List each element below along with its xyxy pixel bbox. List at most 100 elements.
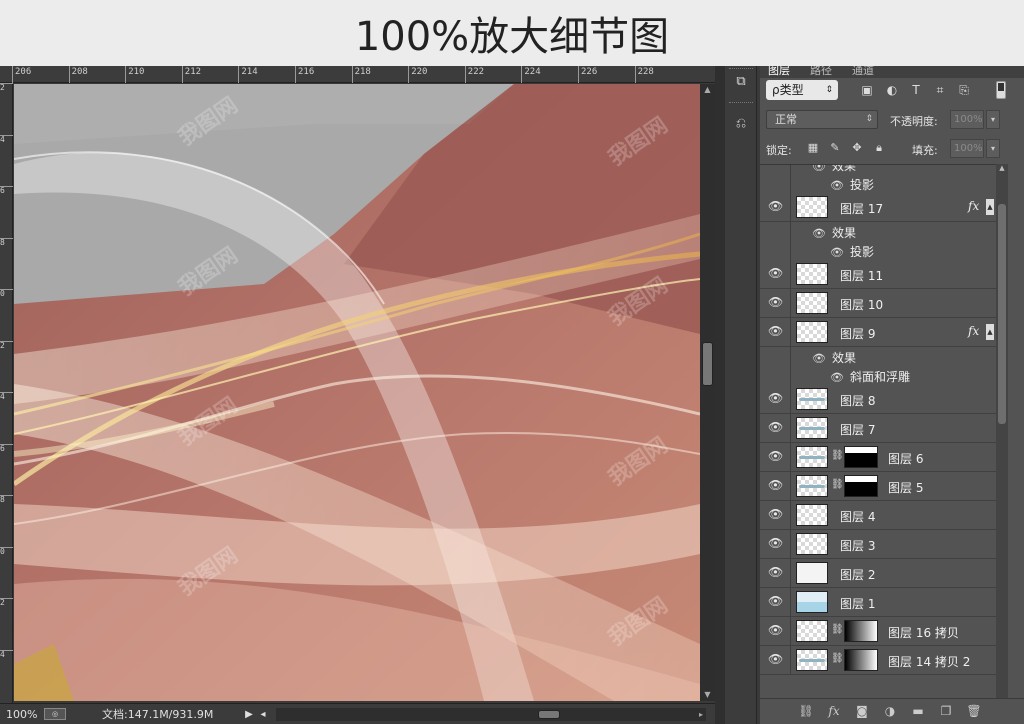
- status-menu-arrow-icon[interactable]: ▶: [242, 709, 256, 720]
- layer-effect-row[interactable]: 👁︎ 斜面和浮雕: [760, 366, 996, 385]
- layer-fx-icon[interactable]: fx: [968, 324, 979, 338]
- layer-name[interactable]: 图层 11: [840, 267, 883, 284]
- layer-row[interactable]: 👁︎ ⛓ 图层 5: [760, 472, 996, 501]
- new-group-icon[interactable]: ▬: [910, 703, 926, 719]
- scroll-left-icon[interactable]: ◂: [256, 709, 270, 720]
- layer-row[interactable]: 👁︎ 图层 3: [760, 530, 996, 559]
- layer-filter-select[interactable]: ρ类型 ⇕: [766, 80, 838, 100]
- visibility-eye-icon[interactable]: 👁︎: [768, 199, 783, 213]
- visibility-eye-icon[interactable]: 👁︎: [830, 371, 844, 384]
- smart-object-filter-icon[interactable]: ⎘: [956, 82, 972, 98]
- layer-name[interactable]: 图层 3: [840, 537, 875, 554]
- visibility-eye-icon[interactable]: 👁︎: [768, 420, 783, 434]
- canvas-horizontal-scrollbar[interactable]: ▸: [276, 707, 706, 721]
- layer-name[interactable]: 图层 4: [840, 508, 875, 525]
- visibility-eye-icon[interactable]: 👁︎: [768, 266, 783, 280]
- layer-name[interactable]: 图层 9: [840, 325, 875, 342]
- visibility-eye-icon[interactable]: 👁︎: [768, 565, 783, 579]
- layer-effect-row[interactable]: 👁︎ 效果: [760, 165, 996, 174]
- 3d-icon[interactable]: ⧉: [731, 72, 751, 92]
- new-adjustment-icon[interactable]: ◑: [882, 703, 898, 719]
- effect-item[interactable]: 👁︎ 斜面和浮雕: [830, 368, 910, 385]
- tab-layers[interactable]: 图层: [768, 66, 790, 78]
- layer-row[interactable]: 👁︎ 图层 11: [760, 260, 996, 289]
- fill-dropdown-icon[interactable]: ▾: [986, 139, 1000, 158]
- hscroll-thumb[interactable]: [538, 709, 560, 719]
- layer-row[interactable]: 👁︎ 图层 10: [760, 289, 996, 318]
- layer-row[interactable]: 👁︎ 图层 2: [760, 559, 996, 588]
- layer-name[interactable]: 图层 8: [840, 392, 875, 409]
- adjustment-filter-icon[interactable]: ◐: [884, 82, 900, 98]
- collapse-effects-icon[interactable]: ▲: [986, 324, 994, 340]
- visibility-eye-icon[interactable]: 👁︎: [768, 594, 783, 608]
- visibility-eye-icon[interactable]: 👁︎: [768, 295, 783, 309]
- layer-mask-thumbnail[interactable]: [844, 475, 878, 497]
- layer-row[interactable]: 👁︎ ⛓ 图层 6: [760, 443, 996, 472]
- zoom-level[interactable]: 100%: [0, 708, 40, 721]
- layer-name[interactable]: 图层 1: [840, 595, 875, 612]
- layer-row[interactable]: 👁︎ 图层 4: [760, 501, 996, 530]
- canvas-vertical-scrollbar[interactable]: ▲ ▼: [700, 84, 715, 701]
- layers-scroll-thumb[interactable]: [998, 204, 1006, 424]
- layer-effect-row[interactable]: 👁︎ 效果: [760, 347, 996, 366]
- opacity-field[interactable]: 100%: [950, 110, 984, 129]
- visibility-eye-icon[interactable]: 👁︎: [768, 324, 783, 338]
- blend-mode-select[interactable]: 正常 ⇕: [766, 110, 878, 129]
- tab-paths[interactable]: 路径: [810, 66, 832, 78]
- soft-proof-icon[interactable]: ◎: [44, 708, 66, 720]
- tab-channels[interactable]: 通道: [852, 66, 874, 78]
- layer-effect-row[interactable]: 👁︎ 投影: [760, 174, 996, 193]
- layer-row[interactable]: 👁︎ 图层 7: [760, 414, 996, 443]
- add-mask-icon[interactable]: ◙: [854, 703, 870, 719]
- layer-name[interactable]: 图层 5: [888, 479, 923, 496]
- layer-mask-thumbnail[interactable]: [844, 620, 878, 642]
- shape-filter-icon[interactable]: ⌗: [932, 82, 948, 98]
- effects-group[interactable]: 👁︎ 效果: [812, 224, 856, 241]
- lock-transparent-icon[interactable]: ▦: [806, 141, 820, 155]
- lock-all-icon[interactable]: 🔒︎: [872, 141, 886, 155]
- document-canvas[interactable]: 我图网 我图网 我图网 我图网 我图网 我图网 我图网 我图网: [14, 84, 700, 701]
- new-layer-icon[interactable]: ❐: [938, 703, 954, 719]
- visibility-eye-icon[interactable]: 👁︎: [812, 352, 826, 365]
- visibility-eye-icon[interactable]: 👁︎: [768, 652, 783, 666]
- visibility-eye-icon[interactable]: 👁︎: [768, 507, 783, 521]
- grip[interactable]: [729, 68, 753, 71]
- history-icon[interactable]: ⎌: [731, 114, 751, 134]
- layer-name[interactable]: 图层 10: [840, 296, 883, 313]
- layer-row[interactable]: 👁︎ 图层 8: [760, 385, 996, 414]
- scroll-up-icon[interactable]: ▲: [996, 164, 1008, 174]
- visibility-eye-icon[interactable]: 👁︎: [768, 536, 783, 550]
- pixel-filter-icon[interactable]: ▣: [859, 82, 875, 98]
- layer-row[interactable]: 👁︎ ⛓ 图层 14 拷贝 2: [760, 646, 996, 675]
- layer-fx-icon[interactable]: fx: [968, 199, 979, 213]
- layer-row[interactable]: 👁︎ 图层 9 fx ▲: [760, 318, 996, 347]
- layer-name[interactable]: 图层 17: [840, 200, 883, 217]
- layer-row[interactable]: 👁︎ 图层 17 fx ▲: [760, 193, 996, 222]
- opacity-dropdown-icon[interactable]: ▾: [986, 110, 1000, 129]
- layer-name[interactable]: 图层 14 拷贝 2: [888, 653, 970, 670]
- visibility-eye-icon[interactable]: 👁︎: [830, 246, 844, 259]
- scroll-right-icon[interactable]: ▸: [699, 708, 703, 721]
- collapse-effects-icon[interactable]: ▲: [986, 199, 994, 215]
- visibility-eye-icon[interactable]: 👁︎: [768, 623, 783, 637]
- visibility-eye-icon[interactable]: 👁︎: [768, 449, 783, 463]
- link-layers-icon[interactable]: ⛓: [798, 703, 814, 719]
- delete-layer-icon[interactable]: 🗑︎: [966, 703, 982, 719]
- visibility-eye-icon[interactable]: 👁︎: [830, 179, 844, 192]
- fill-field[interactable]: 100%: [950, 139, 984, 158]
- scroll-thumb[interactable]: [702, 342, 713, 386]
- layer-name[interactable]: 图层 6: [888, 450, 923, 467]
- add-style-icon[interactable]: fx: [826, 703, 842, 719]
- layer-effect-row[interactable]: 👁︎ 效果: [760, 222, 996, 241]
- visibility-eye-icon[interactable]: 👁︎: [768, 391, 783, 405]
- layer-mask-thumbnail[interactable]: [844, 446, 878, 468]
- effect-item[interactable]: 👁︎ 投影: [830, 176, 874, 193]
- layer-name[interactable]: 图层 16 拷贝: [888, 624, 959, 641]
- layer-effect-row[interactable]: 👁︎ 投影: [760, 241, 996, 260]
- layer-mask-thumbnail[interactable]: [844, 649, 878, 671]
- layers-scrollbar[interactable]: ▲: [996, 164, 1008, 698]
- layer-row[interactable]: 👁︎ ⛓ 图层 16 拷贝: [760, 617, 996, 646]
- visibility-eye-icon[interactable]: 👁︎: [768, 478, 783, 492]
- grip[interactable]: [729, 102, 753, 105]
- mask-link-icon[interactable]: ⛓: [831, 624, 844, 635]
